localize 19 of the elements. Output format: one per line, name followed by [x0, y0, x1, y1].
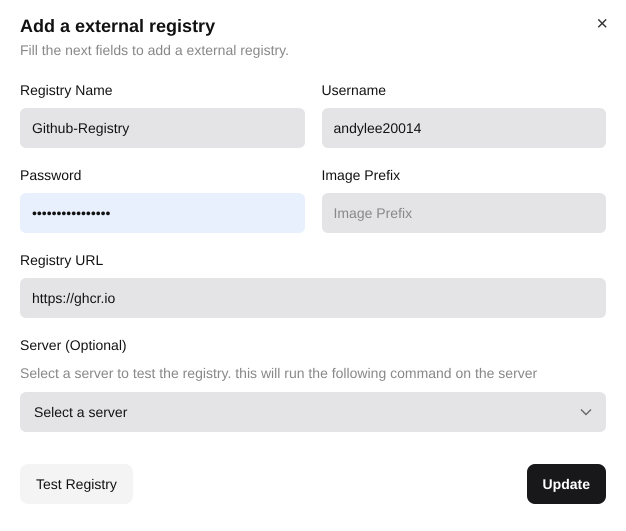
server-select[interactable]: Select a server: [20, 392, 606, 432]
input-field[interactable]: https://ghcr.io: [20, 278, 606, 318]
input-field[interactable]: andylee20014: [322, 108, 606, 148]
hint-text: Select a server to test the registry. this will run the following command on the server: [20, 364, 538, 383]
close-button[interactable]: ×: [594, 14, 610, 34]
chevron-down-icon: [580, 408, 592, 416]
dialog-title: Add a external registry: [20, 15, 216, 38]
dialog-description: Fill the next fields to add a external registry.: [20, 41, 289, 60]
update-button[interactable]: Update: [526, 464, 606, 504]
field-label: Server (Optional): [20, 336, 128, 354]
input-field[interactable]: ••••••••••••••••: [20, 193, 304, 233]
input-field[interactable]: Github-Registry: [20, 108, 304, 148]
test-registry-button[interactable]: Test Registry: [20, 464, 133, 504]
field-label: Registry URL: [20, 251, 104, 269]
input-field[interactable]: Image Prefix: [322, 193, 606, 233]
field-label: Username: [322, 81, 388, 99]
field-label: Password: [20, 166, 82, 184]
field-label: Image Prefix: [322, 166, 402, 184]
field-label: Registry Name: [20, 81, 114, 99]
